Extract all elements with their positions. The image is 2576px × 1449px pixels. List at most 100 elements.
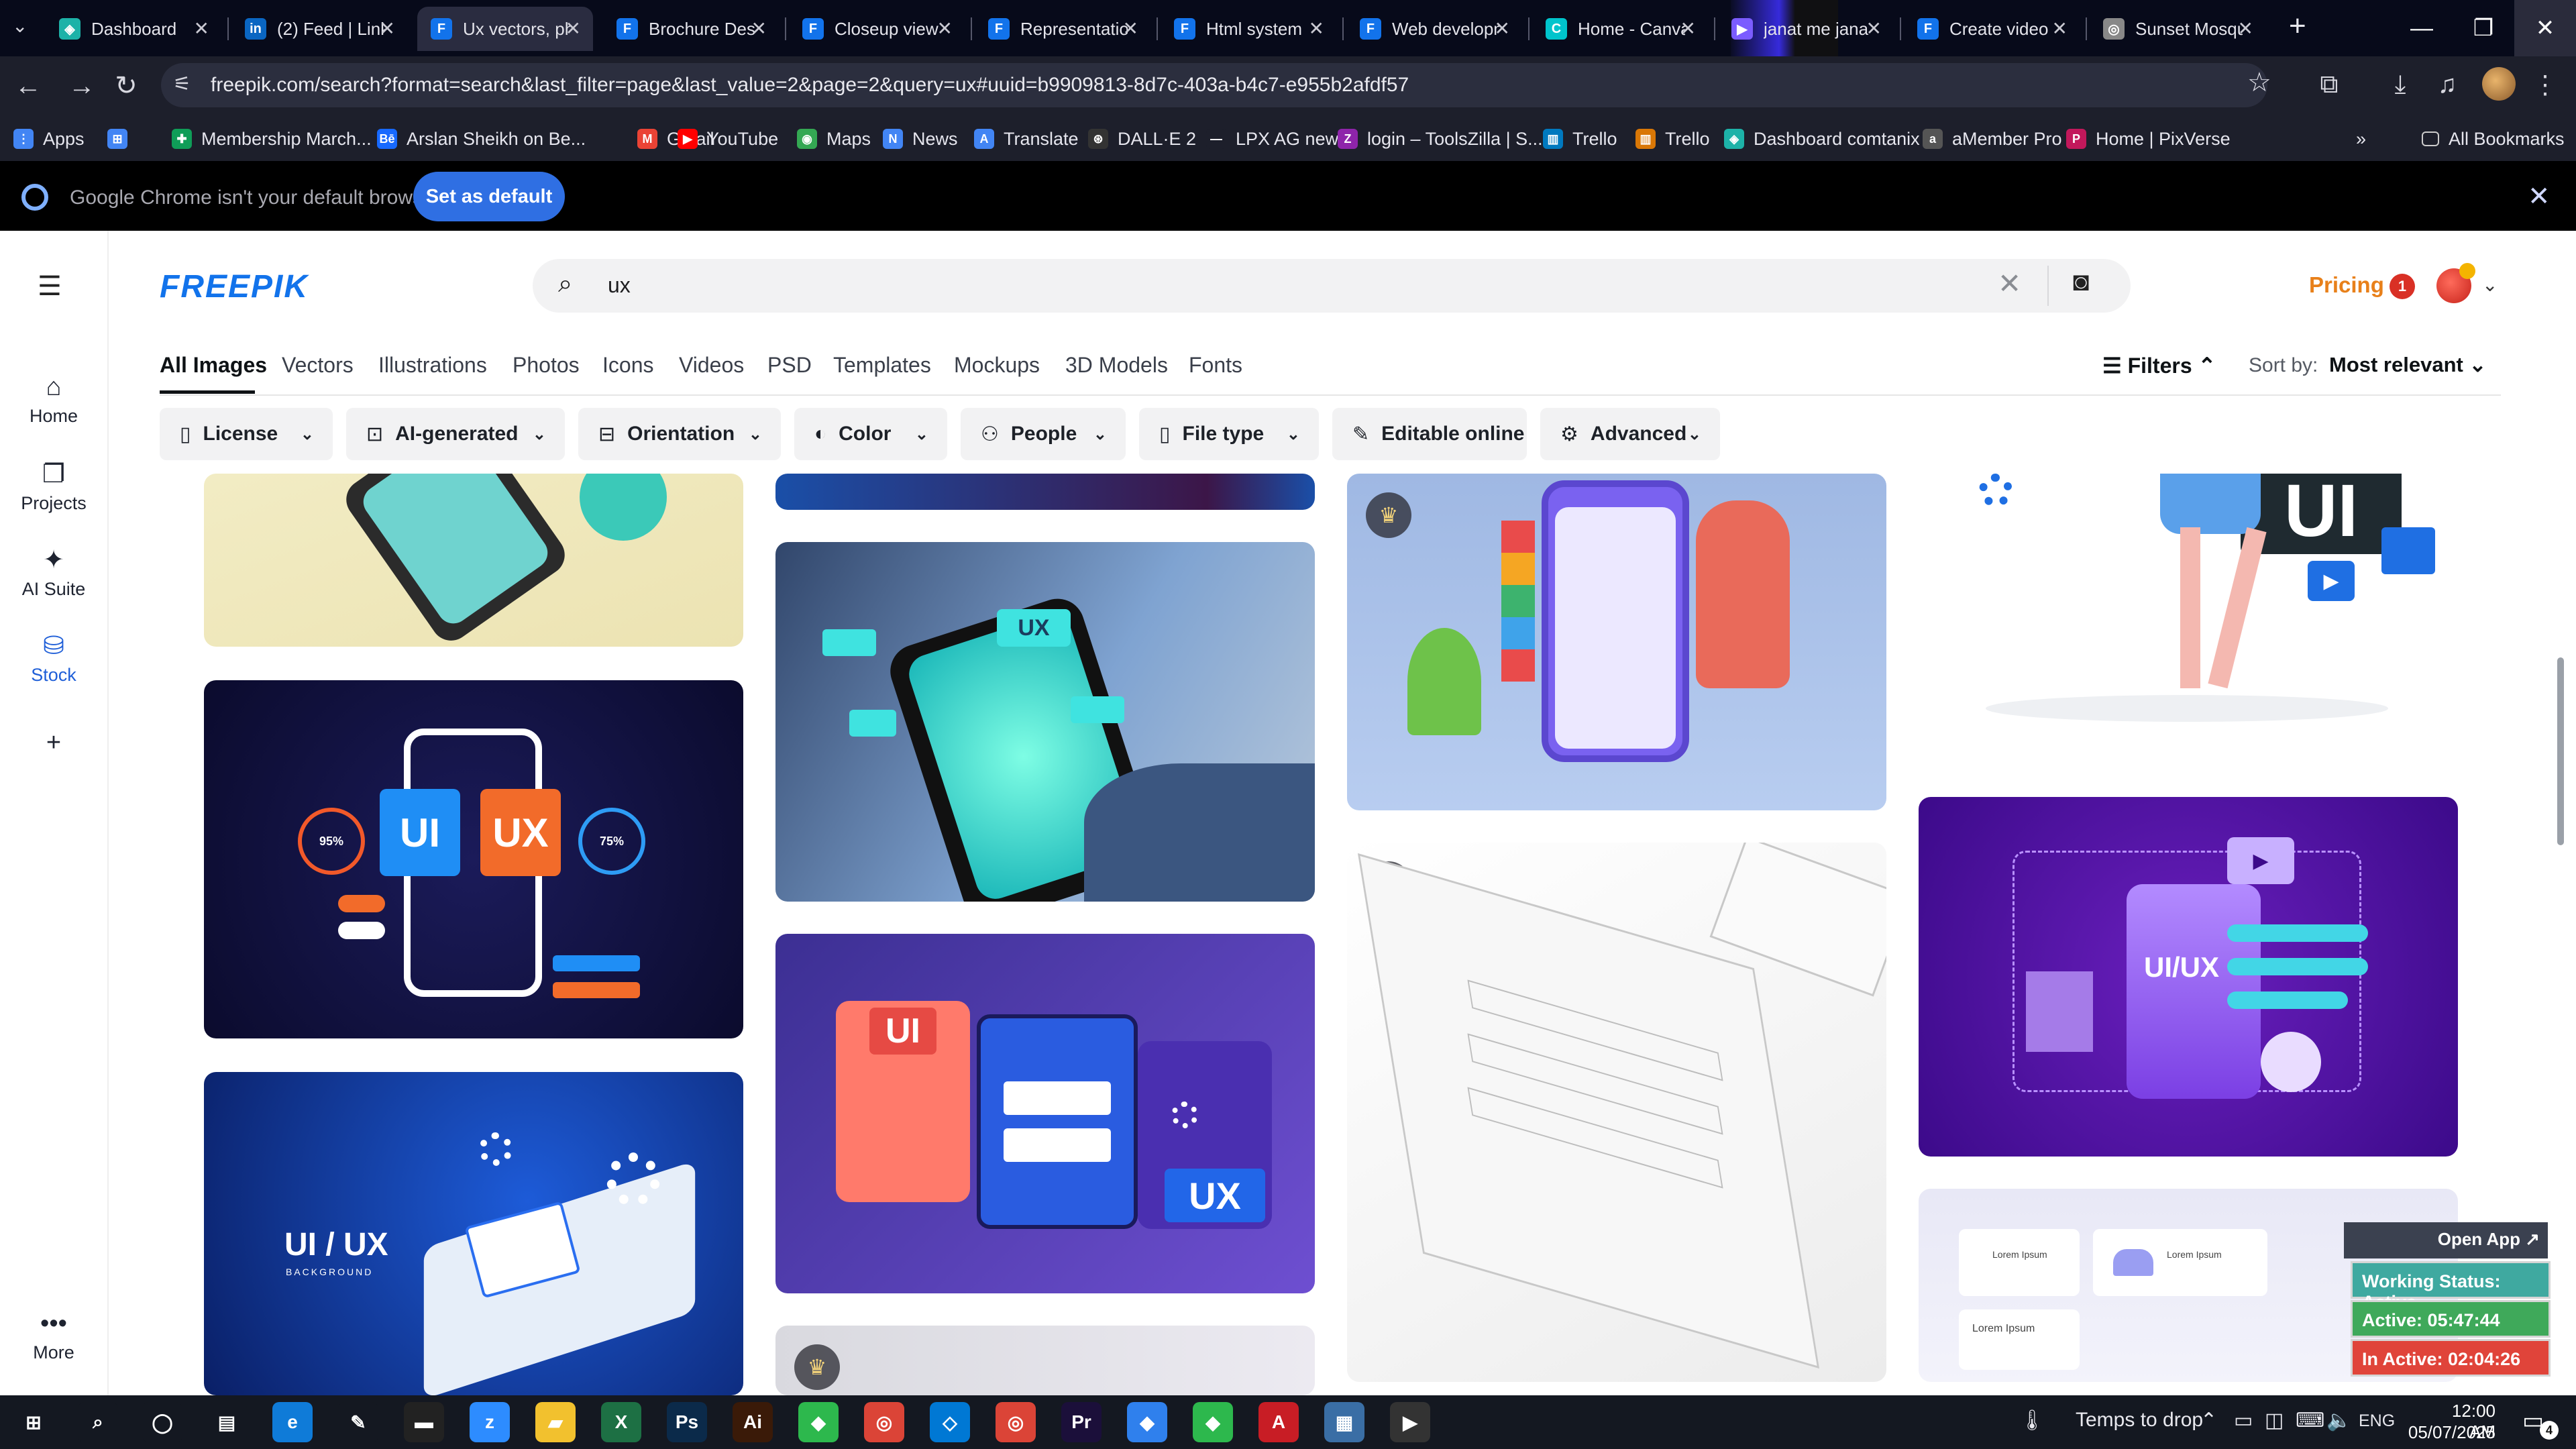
bookmark-item[interactable]: ◈ Dashboard comtanix — [1724, 123, 1920, 154]
bookmark-item[interactable]: ▶ YouTube — [678, 123, 778, 154]
bookmark-item[interactable]: a aMember Pro — [1923, 123, 2062, 154]
bookmark-item[interactable]: ⋮ Apps — [13, 123, 85, 154]
infobar-close-icon[interactable]: ✕ — [2528, 181, 2551, 212]
image-card[interactable]: UI ▶ — [1919, 474, 2458, 735]
tab-10[interactable]: ▶ janat me jana ✕ — [1718, 7, 1894, 51]
tab-4[interactable]: F Brochure Design✕ — [603, 7, 779, 51]
filter-chip[interactable]: ⚇ People ⌄ — [961, 408, 1126, 460]
tab-9[interactable]: C Home - Canva ✕ — [1532, 7, 1708, 51]
sidebar-item-more[interactable]: ••• More — [0, 1309, 107, 1363]
category-tab[interactable]: 3D Models — [1065, 353, 1168, 378]
filter-chip[interactable]: ⚙ Advanced ⌄ — [1540, 408, 1720, 460]
tab-12[interactable]: ◎ Sunset Mosque✕ — [2090, 7, 2265, 51]
taskbar-app-icon[interactable]: ◎ — [864, 1402, 904, 1442]
set-as-default-button[interactable]: Set as default — [413, 172, 565, 221]
image-card[interactable]: ♛ — [1347, 843, 1886, 1382]
taskbar-app-icon[interactable]: ◎ — [996, 1402, 1036, 1442]
freepik-logo[interactable]: FREEPIK — [160, 268, 309, 305]
taskbar-app-icon[interactable]: Pr — [1061, 1402, 1102, 1442]
taskbar-app-icon[interactable]: ◆ — [798, 1402, 839, 1442]
category-tab[interactable]: Photos — [513, 353, 580, 378]
filter-chip[interactable]: ▯ License ⌄ — [160, 408, 333, 460]
taskbar-app-icon[interactable]: ◆ — [1127, 1402, 1167, 1442]
taskbar-app-icon[interactable]: ◯ — [142, 1402, 182, 1442]
bookmark-item[interactable]: ⊞ — [107, 123, 137, 154]
tab-5[interactable]: F Closeup view ✕ — [789, 7, 965, 51]
sort-dropdown[interactable]: Most relevant ⌄ — [2329, 353, 2486, 377]
filter-chip[interactable]: ◐ Color ⌄ — [794, 408, 947, 460]
taskbar-app-icon[interactable]: ◇ — [930, 1402, 970, 1442]
taskbar-app-icon[interactable]: Ai — [733, 1402, 773, 1442]
media-controls-icon[interactable]: ♫ — [2428, 66, 2466, 103]
filter-chip[interactable]: ✎ Editable online — [1332, 408, 1527, 460]
thermometer-icon[interactable]: 🌡 — [2019, 1409, 2045, 1432]
image-card[interactable]: ♛ — [775, 1326, 1315, 1395]
bookmark-item[interactable]: ✚ Membership March... — [172, 123, 372, 154]
bookmark-item[interactable]: ◉ Maps — [797, 123, 871, 154]
bookmark-item[interactable]: ▥ Trello — [1635, 123, 1710, 154]
taskbar-app-icon[interactable]: z — [470, 1402, 510, 1442]
network-icon[interactable]: ⌨ — [2296, 1409, 2324, 1432]
notification-badge[interactable]: 1 — [2390, 274, 2415, 299]
tab-close-icon[interactable]: ✕ — [2052, 17, 2068, 40]
tab-close-icon[interactable]: ✕ — [2238, 17, 2253, 40]
back-button[interactable]: ← — [9, 67, 47, 105]
taskbar-app-icon[interactable]: X — [601, 1402, 641, 1442]
category-tab[interactable]: Mockups — [954, 353, 1040, 378]
volume-icon[interactable]: 🔈 — [2326, 1409, 2351, 1432]
category-tab[interactable]: PSD — [767, 353, 812, 378]
image-card[interactable]: UI/UX ▶ — [1919, 797, 2458, 1157]
page-scrollbar[interactable] — [2557, 657, 2564, 845]
tab-3[interactable]: F Ux vectors, photos✕ — [417, 7, 593, 51]
bookmark-item[interactable]: — LPX AG new — [1206, 123, 1338, 154]
bookmark-item[interactable]: P Home | PixVerse — [2066, 123, 2231, 154]
bookmark-item[interactable]: ▥ Trello — [1543, 123, 1617, 154]
taskbar-app-icon[interactable]: ⌕ — [78, 1402, 118, 1442]
open-app-button[interactable]: Open App ↗ — [2344, 1222, 2548, 1258]
filter-chip[interactable]: ⊟ Orientation ⌄ — [578, 408, 781, 460]
tab-close-icon[interactable]: ✕ — [1495, 17, 1510, 40]
meet-now-icon[interactable]: ▭ — [2234, 1409, 2253, 1432]
taskbar-app-icon[interactable]: ▤ — [207, 1402, 247, 1442]
chevron-up-icon[interactable]: ⌃ — [2200, 1409, 2217, 1432]
hamburger-menu-icon[interactable]: ☰ — [38, 271, 62, 302]
bookmark-item[interactable]: Bē Arslan Sheikh on Be... — [377, 123, 586, 154]
category-tab[interactable]: Templates — [833, 353, 931, 378]
tab-close-icon[interactable]: ✕ — [1680, 17, 1696, 40]
restore-button[interactable]: ❐ — [2453, 0, 2514, 56]
tab-8[interactable]: F Web development✕ — [1346, 7, 1522, 51]
new-tab-button[interactable]: + — [2289, 9, 2306, 43]
image-card[interactable]: UI UX 95% 75% — [204, 680, 743, 1038]
profile-avatar[interactable] — [2482, 67, 2516, 101]
all-bookmarks[interactable]: All Bookmarks — [2422, 123, 2565, 154]
category-tab[interactable]: Fonts — [1189, 353, 1242, 378]
tab-6[interactable]: F Representation ✕ — [975, 7, 1150, 51]
chevron-down-icon[interactable]: ⌄ — [2482, 274, 2498, 296]
image-card[interactable]: UX — [775, 542, 1315, 902]
image-card[interactable]: ♛ — [1347, 474, 1886, 810]
pricing-link[interactable]: Pricing — [2309, 272, 2384, 298]
chrome-menu-icon[interactable]: ⋮ — [2526, 66, 2564, 103]
url-text[interactable]: freepik.com/search?format=search&last_fi… — [211, 74, 1409, 97]
filters-button[interactable]: ☰ Filters ⌃ — [2102, 353, 2216, 378]
image-card[interactable] — [204, 474, 743, 647]
tab-2[interactable]: in (2) Feed | LinkedIn✕ — [231, 7, 407, 51]
close-window-button[interactable]: ✕ — [2514, 0, 2576, 56]
search-input[interactable] — [606, 268, 1935, 302]
taskbar-app-icon[interactable]: Ps — [667, 1402, 707, 1442]
bookmark-item[interactable]: A Translate — [974, 123, 1079, 154]
image-card[interactable]: UI / UX BACKGROUND — [204, 1072, 743, 1395]
taskbar-app-icon[interactable]: ✎ — [338, 1402, 378, 1442]
clear-search-icon[interactable]: ✕ — [1998, 267, 2021, 300]
camera-search-icon[interactable]: ◙ — [2073, 267, 2089, 297]
tab-close-icon[interactable]: ✕ — [194, 17, 209, 40]
bookmark-item[interactable]: Zlogin – ToolsZilla | S... — [1338, 123, 1543, 154]
tab-1[interactable]: ◈ Dashboard ✕ — [46, 7, 221, 51]
category-tab[interactable]: All Images — [160, 353, 267, 378]
image-card[interactable] — [775, 474, 1315, 510]
minimize-button[interactable]: — — [2391, 0, 2453, 56]
taskbar-app-icon[interactable]: ▰ — [535, 1402, 576, 1442]
taskbar-app-icon[interactable]: e — [272, 1402, 313, 1442]
filter-chip[interactable]: ⊡ AI-generated ⌄ — [346, 408, 565, 460]
reload-button[interactable]: ↻ — [107, 67, 145, 105]
